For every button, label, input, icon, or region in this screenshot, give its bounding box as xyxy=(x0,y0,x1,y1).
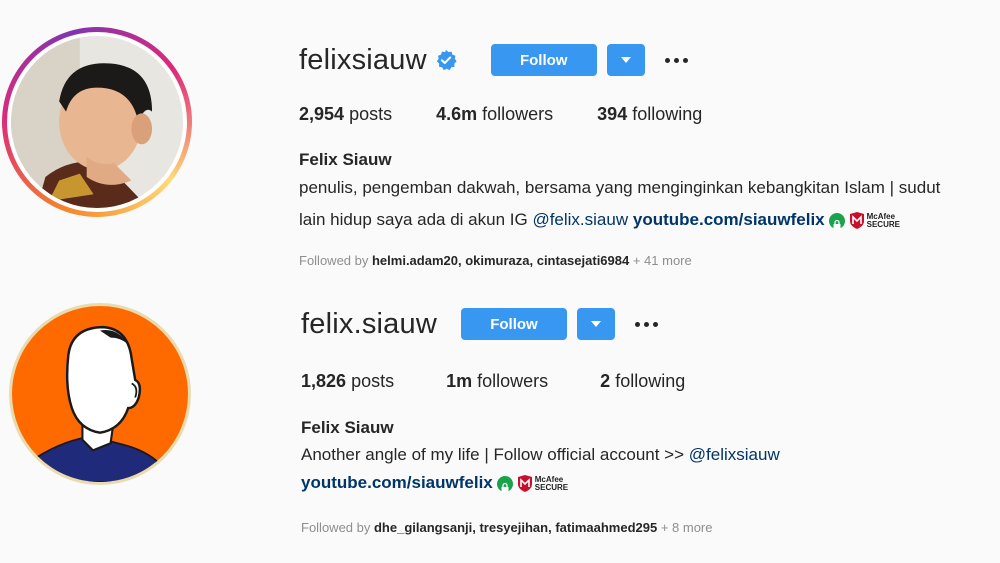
posts-count: 1,826 posts xyxy=(301,371,395,391)
avatar-illustration xyxy=(12,306,188,482)
chevron-down-icon xyxy=(620,57,631,63)
username: felixsiauw xyxy=(299,43,427,76)
external-link[interactable]: youtube.com/siauwfelix xyxy=(301,473,493,492)
followers-count[interactable]: 1m followers xyxy=(446,371,548,392)
bio: penulis, pengemban dakwah, bersama yang … xyxy=(299,173,999,235)
lock-icon xyxy=(828,212,845,229)
external-link[interactable]: youtube.com/siauwfelix xyxy=(633,210,825,229)
mcafee-shield-icon: McAfee SECURE xyxy=(517,475,568,493)
username: felix.siauw xyxy=(301,307,437,340)
bio-line-1: Another angle of my life | Follow offici… xyxy=(301,445,689,464)
mcafee-shield-icon: McAfee SECURE xyxy=(849,212,900,230)
bio: Another angle of my life | Follow offici… xyxy=(301,440,991,498)
posts-count: 2,954 posts xyxy=(299,104,393,124)
followers-count[interactable]: 4.6m followers xyxy=(436,104,553,125)
follow-button[interactable]: Follow xyxy=(460,308,567,340)
avatar-ring[interactable] xyxy=(9,303,191,485)
bio-mention-link[interactable]: @felixsiauw xyxy=(689,445,780,464)
bio-mention-link[interactable]: @felix.siauw xyxy=(532,210,628,229)
followed-by[interactable]: Followed by dhe_gilangsanji, tresyejihan… xyxy=(301,520,712,535)
bio-line-1: penulis, pengemban dakwah, bersama yang … xyxy=(299,178,941,197)
full-name: Felix Siauw xyxy=(299,150,392,169)
bio-line-2: lain hidup saya ada di akun IG xyxy=(299,210,533,229)
profile-stats: 2,954 posts 4.6m followers 394 following xyxy=(299,104,746,125)
follow-button[interactable]: Follow xyxy=(490,44,597,76)
suggestions-dropdown-button[interactable] xyxy=(606,44,645,76)
suggestions-dropdown-button[interactable] xyxy=(576,308,615,340)
avatar-story-ring[interactable] xyxy=(2,27,192,217)
lock-icon xyxy=(496,475,513,492)
followed-by[interactable]: Followed by helmi.adam20, okimuraza, cin… xyxy=(299,253,692,268)
avatar-photo xyxy=(11,36,183,208)
following-count[interactable]: 394 following xyxy=(597,104,702,125)
profile-card-felixsiauw: felixsiauw Follow 2,954 posts 4.6m follo… xyxy=(0,0,1000,282)
more-options-icon[interactable] xyxy=(634,321,658,327)
following-count[interactable]: 2 following xyxy=(600,371,685,392)
more-options-icon[interactable] xyxy=(664,57,688,63)
profile-card-felix-siauw: felix.siauw Follow 1,826 posts 1m follow… xyxy=(0,282,1000,563)
full-name: Felix Siauw xyxy=(301,418,394,437)
profile-stats: 1,826 posts 1m followers 2 following xyxy=(301,371,729,392)
verified-badge-icon xyxy=(436,49,457,71)
chevron-down-icon xyxy=(590,321,601,327)
